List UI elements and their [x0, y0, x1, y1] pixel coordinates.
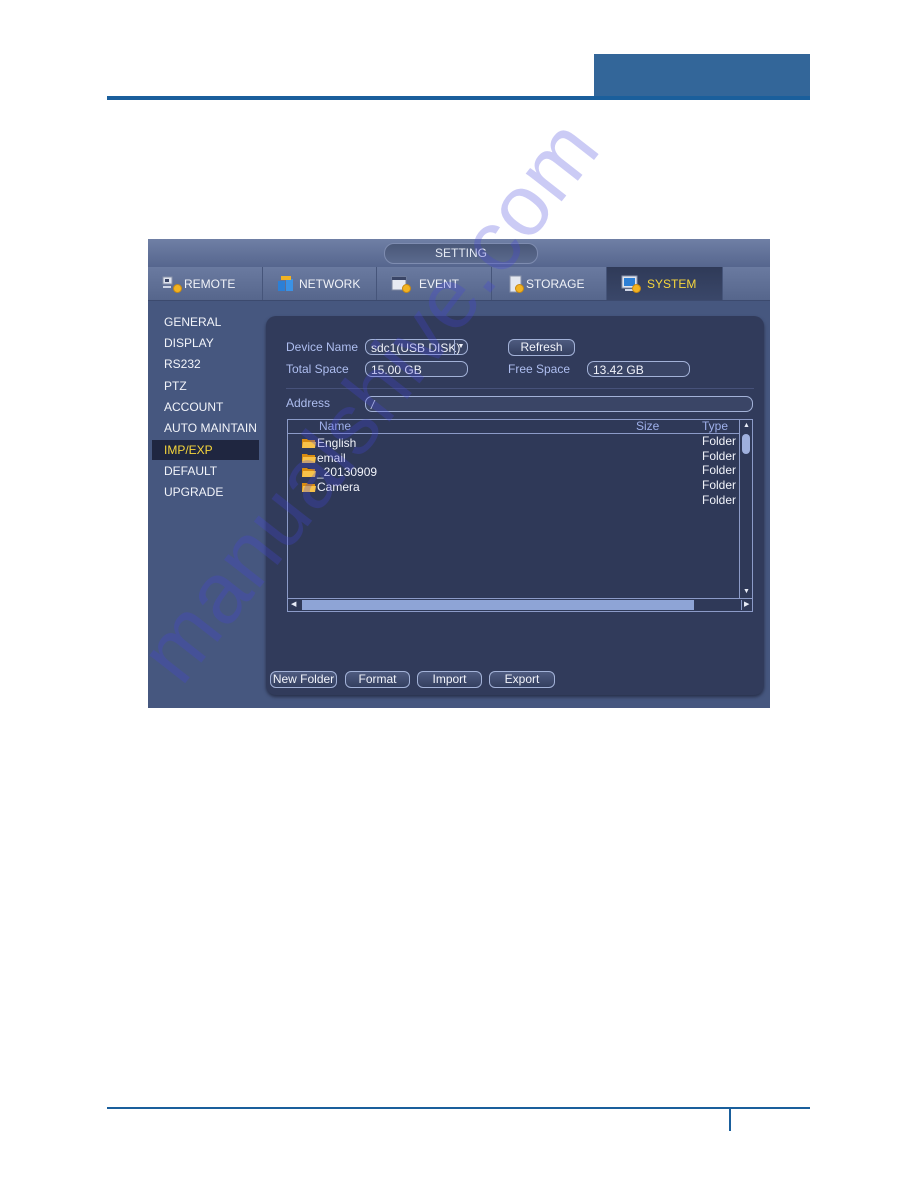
tab-bar: REMOTE NETWORK EVENT STORAGE SYSTEM [148, 267, 770, 301]
export-button[interactable]: Export [489, 671, 555, 688]
window-title: SETTING [384, 243, 538, 264]
folder-icon [302, 468, 316, 477]
tab-event[interactable]: EVENT [377, 267, 492, 300]
tab-label: EVENT [419, 276, 460, 291]
chevron-down-icon: ▼ [454, 340, 467, 354]
file-name: _20130909 [317, 465, 378, 479]
sidebar-item-upgrade[interactable]: UPGRADE [152, 482, 259, 502]
remote-icon [162, 275, 182, 293]
file-type: Folder [702, 434, 737, 448]
file-type: Folder [702, 463, 737, 477]
total-space-label: Total Space [286, 362, 349, 376]
device-name-label: Device Name [286, 340, 359, 354]
device-name-select[interactable]: sdc1(USB DISK) ▼ [365, 339, 468, 355]
tab-network[interactable]: NETWORK [263, 267, 377, 300]
free-space-label: Free Space [508, 362, 571, 376]
tab-label: REMOTE [184, 276, 236, 291]
file-row[interactable]: English [288, 436, 740, 450]
column-type[interactable]: Type [702, 420, 728, 433]
footer-rule [107, 1107, 810, 1109]
sidebar-item-general[interactable]: GENERAL [152, 312, 259, 332]
file-type: Folder [702, 449, 737, 463]
file-row[interactable]: email [288, 451, 740, 465]
event-icon [391, 275, 411, 293]
new-folder-button[interactable]: New Folder [270, 671, 337, 688]
sidebar-item-imp-exp[interactable]: IMP/EXP [152, 440, 259, 460]
file-type: Folder [702, 478, 737, 492]
address-input[interactable]: / [365, 396, 753, 412]
address-label: Address [286, 396, 331, 410]
system-icon [621, 275, 641, 293]
column-size[interactable]: Size [636, 420, 659, 433]
file-name: email [317, 451, 346, 465]
device-name-value: sdc1(USB DISK) [371, 341, 461, 355]
scroll-down-icon[interactable]: ▼ [743, 587, 750, 597]
import-button[interactable]: Import [417, 671, 482, 688]
folder-icon [302, 483, 316, 492]
network-icon [277, 275, 297, 293]
setting-window: SETTING REMOTE NETWORK EVENT STORAGE SYS… [148, 239, 770, 708]
sidebar-item-ptz[interactable]: PTZ [152, 376, 259, 396]
sidebar-item-account[interactable]: ACCOUNT [152, 397, 259, 417]
title-bar: SETTING [148, 239, 770, 267]
sidebar-item-auto-maintain[interactable]: AUTO MAINTAIN [152, 418, 259, 438]
sidebar-item-default[interactable]: DEFAULT [152, 461, 259, 481]
free-space-field: 13.42 GB [587, 361, 690, 377]
tab-storage[interactable]: STORAGE [492, 267, 607, 300]
header-block [594, 54, 810, 98]
tab-label: NETWORK [299, 276, 361, 291]
vertical-scroll-thumb[interactable] [742, 434, 750, 454]
tab-system[interactable]: SYSTEM [607, 267, 723, 300]
column-name[interactable]: Name [319, 420, 351, 433]
file-row[interactable]: _20130909 [288, 465, 740, 479]
horizontal-scrollbar[interactable]: ◀ ▶ [288, 598, 752, 611]
tab-label: STORAGE [526, 276, 585, 291]
total-space-field: 15.00 GB [365, 361, 468, 377]
file-type: Folder [702, 493, 737, 507]
header-rule [107, 96, 810, 100]
folder-icon [302, 454, 316, 463]
imp-exp-panel: Device Name sdc1(USB DISK) ▼ Refresh Tot… [266, 316, 764, 695]
file-list: Name Size Type English email _20130909 C… [287, 419, 753, 612]
file-name: English [317, 436, 357, 450]
refresh-button[interactable]: Refresh [508, 339, 575, 356]
format-button[interactable]: Format [345, 671, 410, 688]
scroll-right-icon[interactable]: ▶ [741, 600, 749, 610]
sidebar: GENERAL DISPLAY RS232 PTZ ACCOUNT AUTO M… [148, 301, 266, 708]
scroll-up-icon[interactable]: ▲ [743, 421, 750, 431]
folder-icon [302, 439, 316, 448]
file-name: Camera [317, 480, 360, 494]
sidebar-item-rs232[interactable]: RS232 [152, 354, 259, 374]
list-header: Name Size Type [288, 420, 740, 434]
vertical-scrollbar[interactable]: ▲ ▼ [739, 420, 752, 599]
tab-remote[interactable]: REMOTE [148, 267, 263, 300]
sidebar-item-display[interactable]: DISPLAY [152, 333, 259, 353]
tab-label: SYSTEM [647, 276, 697, 291]
footer-page-divider [729, 1108, 731, 1131]
file-row[interactable]: Camera [288, 480, 740, 494]
storage-icon [508, 275, 524, 293]
scroll-left-icon[interactable]: ◀ [291, 600, 296, 610]
horizontal-scroll-thumb[interactable] [302, 600, 694, 610]
divider [286, 388, 754, 389]
